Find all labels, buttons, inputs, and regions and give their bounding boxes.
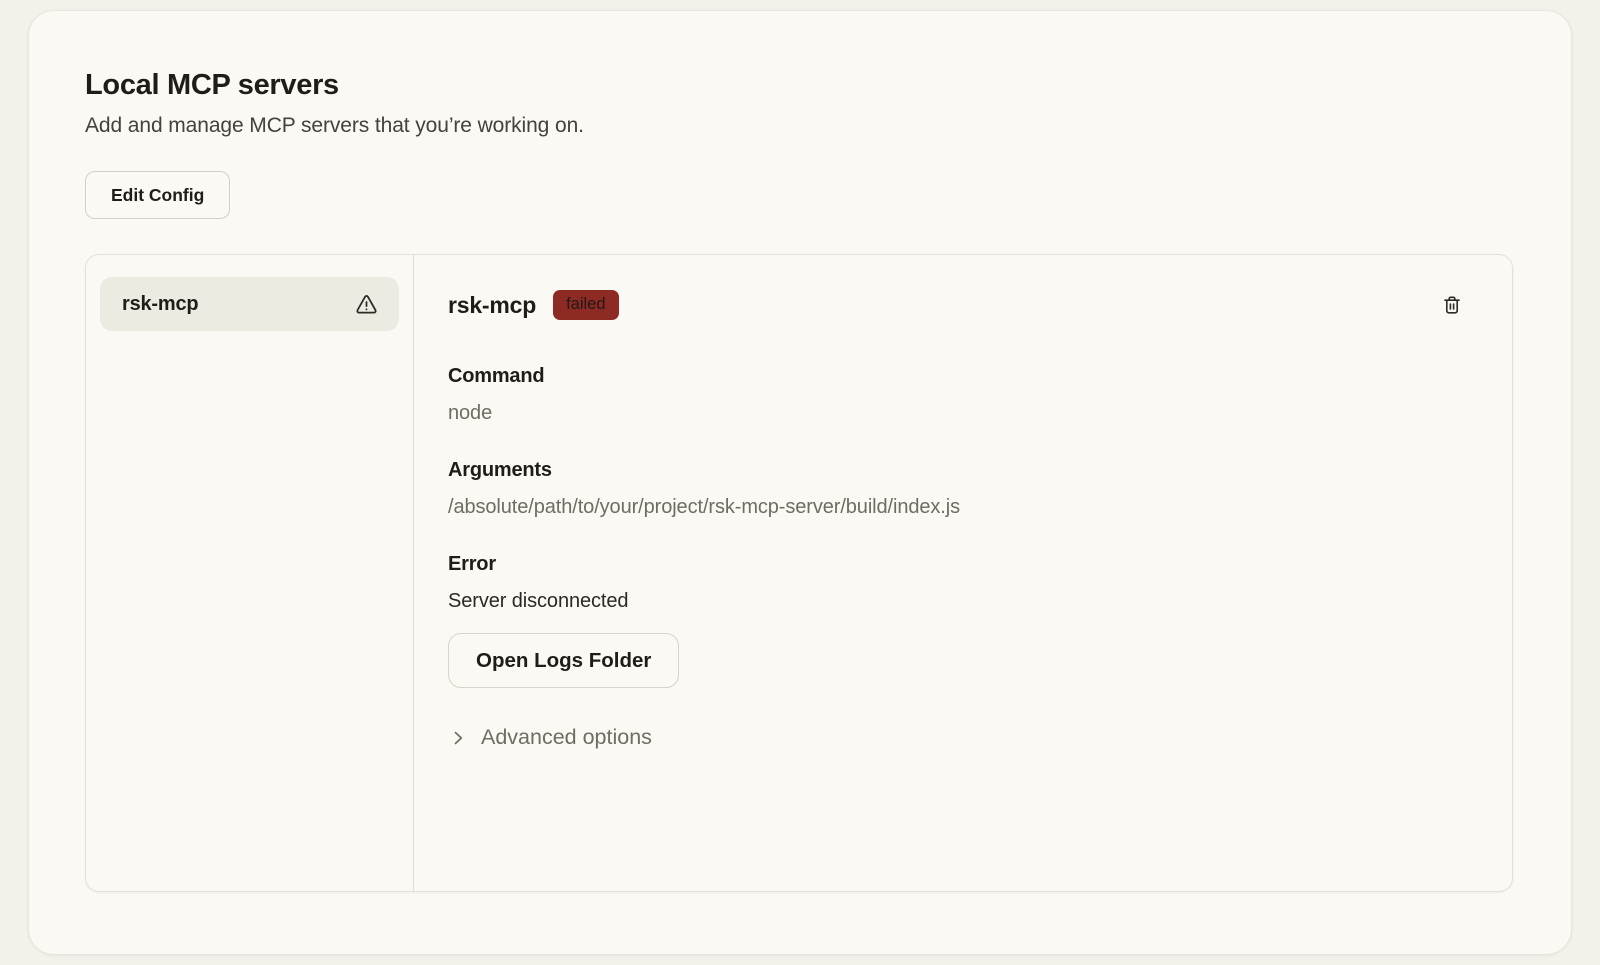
- open-logs-folder-button[interactable]: Open Logs Folder: [448, 633, 679, 688]
- error-value: Server disconnected: [448, 590, 1478, 613]
- status-badge: failed: [553, 290, 618, 320]
- delete-server-button[interactable]: [1440, 293, 1464, 317]
- command-value: node: [448, 402, 1478, 425]
- warning-triangle-icon: [354, 292, 379, 317]
- chevron-right-icon: [448, 728, 468, 748]
- error-label: Error: [448, 553, 1478, 576]
- error-field: Error Server disconnected: [448, 553, 1478, 613]
- advanced-options-label: Advanced options: [481, 725, 652, 750]
- page-title: Local MCP servers: [85, 69, 1515, 102]
- arguments-label: Arguments: [448, 459, 1478, 482]
- trash-icon: [1440, 293, 1464, 317]
- mcp-server-card: rsk-mcp rsk-mcp failed: [85, 254, 1513, 892]
- arguments-field: Arguments /absolute/path/to/your/project…: [448, 459, 1478, 519]
- arguments-value: /absolute/path/to/your/project/rsk-mcp-s…: [448, 496, 1478, 519]
- command-field: Command node: [448, 365, 1478, 425]
- advanced-options-toggle[interactable]: Advanced options: [448, 725, 652, 750]
- server-detail-panel: rsk-mcp failed Command node Argum: [414, 255, 1512, 891]
- page-subtitle: Add and manage MCP servers that you’re w…: [85, 114, 1515, 138]
- sidebar-item-label: rsk-mcp: [122, 293, 198, 316]
- sidebar-item-rsk-mcp[interactable]: rsk-mcp: [100, 277, 399, 331]
- server-name: rsk-mcp: [448, 292, 536, 319]
- server-detail-header: rsk-mcp failed: [448, 287, 1478, 323]
- server-list-sidebar: rsk-mcp: [86, 255, 414, 891]
- edit-config-button[interactable]: Edit Config: [85, 171, 230, 219]
- command-label: Command: [448, 365, 1478, 388]
- settings-panel: Local MCP servers Add and manage MCP ser…: [28, 10, 1572, 955]
